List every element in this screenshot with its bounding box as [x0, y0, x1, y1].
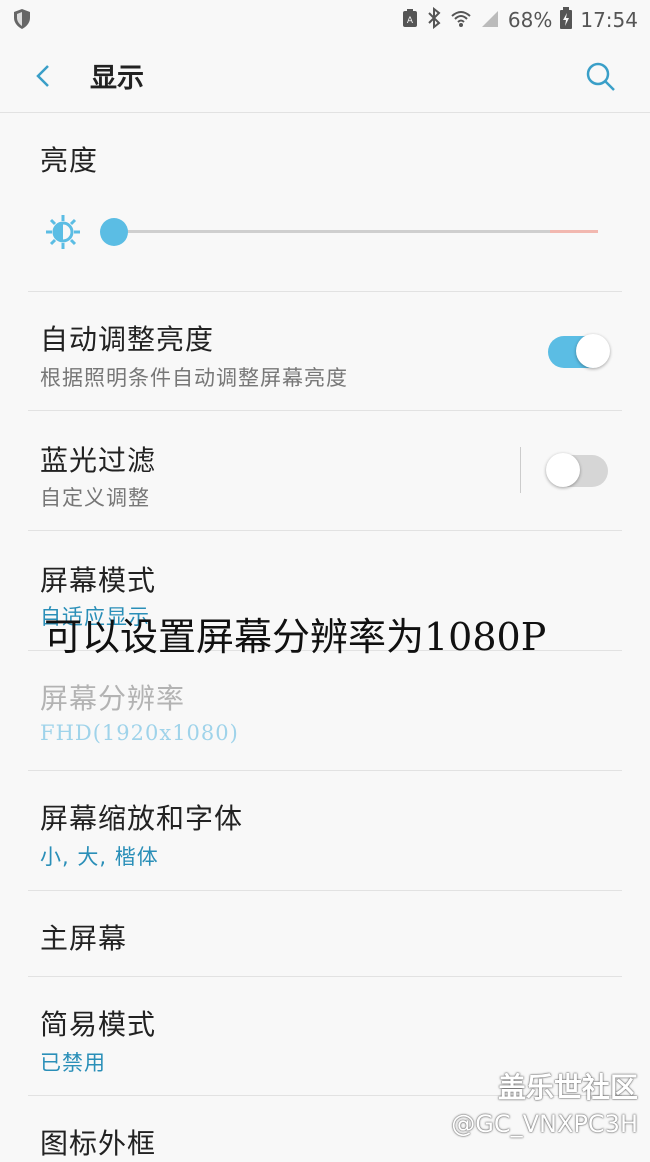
- list-item[interactable]: 蓝光过滤 自定义调整: [28, 411, 622, 531]
- easy-mode-subtitle: 已禁用: [40, 1051, 106, 1075]
- shield-icon: [12, 8, 32, 34]
- screen-mode-title: 屏幕模式: [40, 564, 157, 597]
- home-screen-title: 主屏幕: [40, 922, 128, 955]
- brightness-slider[interactable]: [100, 217, 600, 247]
- toggle-knob: [576, 334, 610, 368]
- zoom-font-title: 屏幕缩放和字体: [40, 802, 244, 835]
- battery-percent: 68%: [507, 8, 553, 32]
- slider-track: [114, 230, 550, 233]
- slider-thumb[interactable]: [100, 218, 128, 246]
- resolution-subtitle: FHD(1920x1080): [40, 721, 239, 745]
- wifi-icon: [450, 8, 472, 33]
- watermark-community: 盖乐世社区: [497, 1071, 638, 1104]
- list-item[interactable]: 主屏幕: [28, 891, 622, 977]
- blue-light-toggle[interactable]: [546, 453, 608, 487]
- battery-icon: [560, 6, 573, 34]
- list-item[interactable]: 屏幕缩放和字体 小, 大, 楷体: [28, 771, 622, 891]
- zoom-font-subtitle: 小, 大, 楷体: [40, 845, 159, 869]
- toggle-knob: [546, 453, 580, 487]
- auto-brightness-toggle[interactable]: [548, 334, 610, 368]
- annotation-overlay: 可以设置屏幕分辨率为1080P: [44, 615, 547, 659]
- blue-light-subtitle: 自定义调整: [40, 486, 150, 510]
- page-title: 显示: [90, 63, 144, 94]
- data-saver-icon: A: [402, 8, 418, 33]
- search-icon: [586, 62, 615, 91]
- brightness-section: 亮度: [28, 113, 622, 292]
- icon-frames-title: 图标外框: [40, 1127, 157, 1160]
- signal-icon: [480, 8, 500, 33]
- resolution-title: 屏幕分辨率: [40, 682, 186, 715]
- back-button[interactable]: [28, 60, 60, 92]
- list-item[interactable]: 屏幕分辨率 FHD(1920x1080): [28, 651, 622, 771]
- auto-brightness-subtitle: 根据照明条件自动调整屏幕亮度: [40, 366, 348, 390]
- list-item[interactable]: 自动调整亮度 根据照明条件自动调整屏幕亮度: [28, 292, 622, 411]
- bluetooth-icon: [426, 6, 442, 34]
- slider-warning-track: [550, 230, 598, 233]
- blue-light-title: 蓝光过滤: [40, 444, 157, 477]
- chevron-left-icon: [36, 65, 49, 87]
- auto-brightness-title: 自动调整亮度: [40, 323, 215, 356]
- search-button[interactable]: [584, 60, 618, 94]
- divider: [520, 447, 521, 493]
- app-bar: 显示: [0, 40, 650, 113]
- status-bar: A 68% 17:54: [0, 0, 650, 40]
- watermark-user: @GC_VNXPC3H: [451, 1110, 638, 1138]
- brightness-label: 亮度: [40, 144, 99, 177]
- clock: 17:54: [580, 8, 638, 32]
- brightness-icon: [44, 213, 82, 255]
- svg-text:A: A: [407, 16, 414, 26]
- easy-mode-title: 简易模式: [40, 1008, 157, 1041]
